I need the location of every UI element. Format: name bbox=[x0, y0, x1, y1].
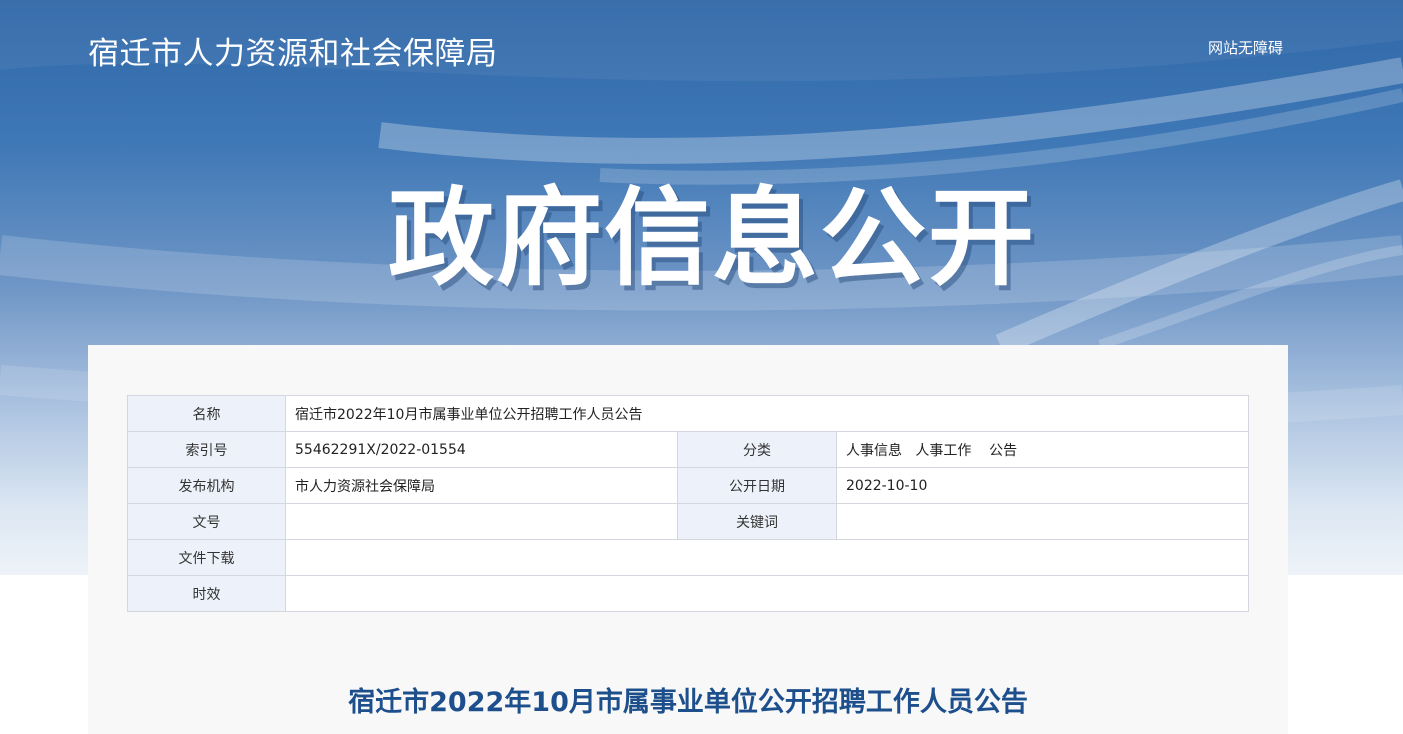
table-row: 文件下载 bbox=[127, 539, 1250, 576]
publish-date-value: 2022-10-10 bbox=[835, 467, 1250, 504]
index-value: 55462291X/2022-01554 bbox=[285, 431, 678, 468]
doc-number-value bbox=[285, 503, 678, 540]
accessibility-link[interactable]: 网站无障碍 bbox=[1208, 37, 1283, 58]
article-title: 宿迁市2022年10月市属事业单位公开招聘工作人员公告 bbox=[348, 687, 1028, 718]
doc-number-label: 文号 bbox=[127, 503, 286, 540]
index-label: 索引号 bbox=[127, 431, 286, 468]
name-value: 宿迁市2022年10月市属事业单位公开招聘工作人员公告 bbox=[284, 395, 1250, 432]
table-row: 文号 关键词 bbox=[127, 503, 1250, 540]
metadata-table: 名称 宿迁市2022年10月市属事业单位公开招聘工作人员公告 索引号 55462… bbox=[127, 395, 1250, 612]
file-download-label: 文件下载 bbox=[127, 539, 286, 576]
publisher-value: 市人力资源社会保障局 bbox=[285, 467, 678, 504]
category-value: 人事信息 人事工作 公告 bbox=[835, 431, 1250, 468]
table-row: 时效 bbox=[127, 575, 1250, 612]
page-hero-title: 政府信息公开 bbox=[388, 177, 1036, 300]
file-download-value[interactable] bbox=[284, 539, 1250, 576]
validity-value bbox=[284, 575, 1250, 612]
name-label: 名称 bbox=[127, 395, 286, 432]
content-panel: 名称 宿迁市2022年10月市属事业单位公开招聘工作人员公告 索引号 55462… bbox=[88, 345, 1288, 734]
site-title[interactable]: 宿迁市人力资源和社会保障局 bbox=[88, 28, 498, 73]
publish-date-label: 公开日期 bbox=[677, 467, 837, 504]
category-label: 分类 bbox=[677, 431, 837, 468]
table-row: 名称 宿迁市2022年10月市属事业单位公开招聘工作人员公告 bbox=[127, 395, 1250, 432]
table-row: 索引号 55462291X/2022-01554 分类 人事信息 人事工作 公告 bbox=[127, 431, 1250, 468]
table-row: 发布机构 市人力资源社会保障局 公开日期 2022-10-10 bbox=[127, 467, 1250, 504]
validity-label: 时效 bbox=[127, 575, 286, 612]
publisher-label: 发布机构 bbox=[127, 467, 286, 504]
keywords-label: 关键词 bbox=[677, 503, 837, 540]
keywords-value bbox=[835, 503, 1250, 540]
